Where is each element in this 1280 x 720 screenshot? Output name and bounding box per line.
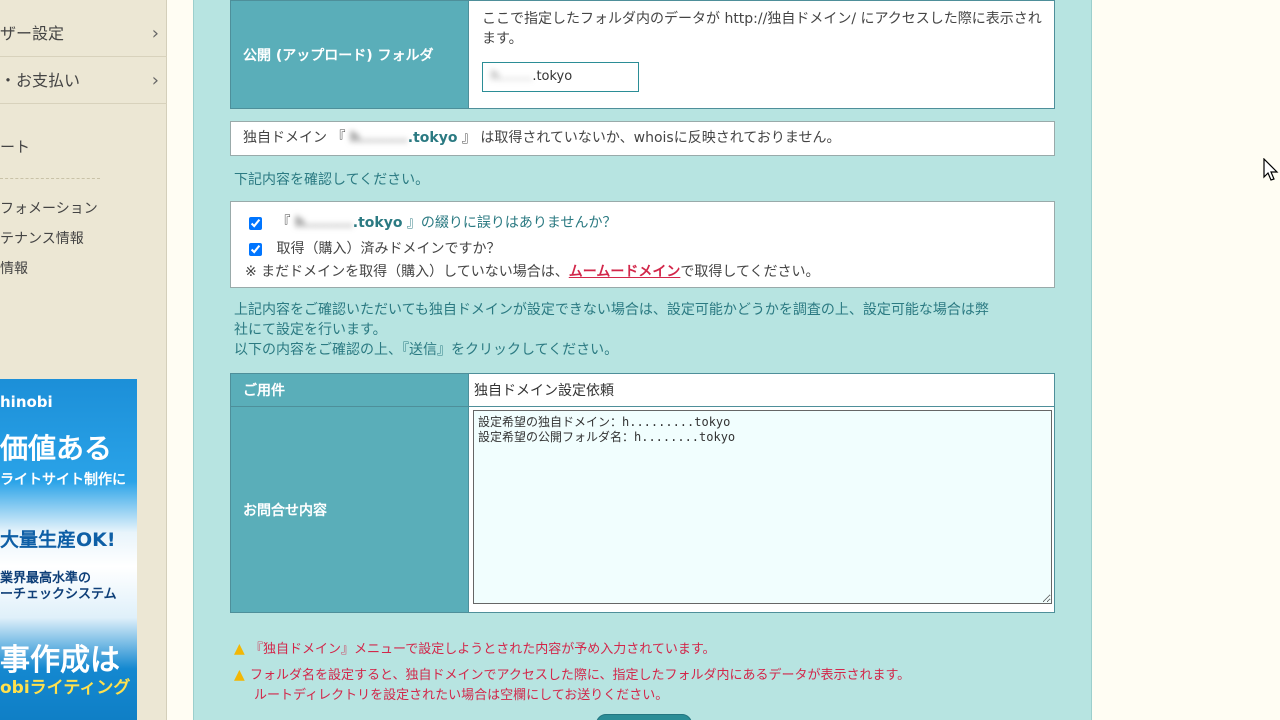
- banner-brand: hinobi: [0, 393, 53, 411]
- redacted-text: h.........: [349, 130, 408, 146]
- sidebar-item-user-settings[interactable]: ザー設定 ›: [0, 11, 167, 57]
- ad-banner[interactable]: hinobi 価値ある ライトサイト制作に 大量生産OK! 業界最高水準の ーチ…: [0, 379, 137, 720]
- warning-prefilled: ▲ 『独自ドメイン』メニューで設定しようとされた内容が予め入力されています。: [234, 638, 716, 657]
- subject-label: ご用件: [231, 374, 469, 406]
- chevron-right-icon: ›: [151, 23, 159, 44]
- domain-not-registered-notice: 独自ドメイン 『 h..........tokyo 』 は取得されていないか、w…: [230, 121, 1055, 156]
- purchased-checkbox[interactable]: [249, 242, 262, 256]
- checklist-item: 取得（購入）済みドメインですか？: [249, 238, 500, 258]
- submit-button[interactable]: [596, 714, 692, 720]
- subject-value: 独自ドメイン設定依頼: [474, 383, 614, 399]
- sidebar-divider: [0, 178, 100, 179]
- warning-root-dir: ルートディレクトリを設定されたい場合は空欄にしてお送りください。: [254, 688, 669, 703]
- warning-text: フォルダ名を設定すると、独自ドメインでアクセスした際に、指定したフォルダ内にある…: [250, 668, 911, 683]
- inquiry-content-textarea[interactable]: [473, 410, 1052, 604]
- item-suffix: 』の綴りに誤りはありませんか？: [406, 215, 617, 231]
- notice-domain: .tokyo: [407, 130, 458, 146]
- banner-text: 大量生産OK!: [0, 529, 116, 551]
- sidebar-item-payment[interactable]: ・お支払い ›: [0, 58, 167, 104]
- sidebar-link-information[interactable]: フォメーション: [0, 198, 98, 218]
- banner-text: ライトサイト制作に: [0, 472, 126, 488]
- banner-text: ーチェックシステム: [0, 587, 117, 602]
- public-folder-label: 公開 (アップロード) フォルダ: [231, 1, 469, 108]
- note-prefix: ※ まだドメインを取得（購入）していない場合は、: [245, 264, 569, 280]
- muumuu-domain-link[interactable]: ムームードメイン: [569, 264, 681, 280]
- inquiry-content-label: お問合せ内容: [231, 407, 469, 612]
- checklist-note: ※ まだドメインを取得（購入）していない場合は、ムームードメインで取得してくださ…: [245, 261, 820, 281]
- checklist-item: 『 h..........tokyo 』の綴りに誤りはありませんか？: [249, 212, 616, 232]
- paragraph-line: 上記内容をご確認いただいても独自ドメインが設定できない場合は、設定可能かどうかを…: [234, 302, 989, 318]
- banner-headline: 価値ある: [0, 432, 113, 465]
- item-label: 取得（購入）済みドメインですか？: [276, 241, 501, 257]
- instruction-paragraph: 上記内容をご確認いただいても独自ドメインが設定できない場合は、設定可能かどうかを…: [234, 300, 1054, 360]
- redacted-text: h.........: [294, 215, 353, 231]
- public-folder-cell: ここで指定したフォルダ内のデータが http://独自ドメイン/ にアクセスした…: [470, 1, 1054, 108]
- warning-text: 『独自ドメイン』メニューで設定しようとされた内容が予め入力されています。: [250, 642, 716, 657]
- warning-icon: ▲: [234, 667, 245, 683]
- banner-text: obiライティング: [0, 678, 131, 698]
- confirm-heading: 下記内容を確認してください。: [234, 172, 430, 188]
- inquiry-content-cell: [470, 407, 1054, 612]
- paragraph-line: 以下の内容をご確認の上、『送信』をクリックしてください。: [234, 342, 619, 358]
- public-folder-value: .tokyo: [532, 69, 573, 84]
- public-folder-description: ここで指定したフォルダ内のデータが http://独自ドメイン/ にアクセスした…: [482, 11, 1042, 47]
- paragraph-line: 社にて設定を行います。: [234, 322, 387, 338]
- sidebar-item-label: ザー設定: [0, 24, 65, 43]
- subject-row: ご用件 独自ドメイン設定依頼: [230, 373, 1055, 407]
- sidebar-item-label: ・お支払い: [0, 71, 81, 90]
- inquiry-content-row: お問合せ内容: [230, 406, 1055, 613]
- main-panel: 公開 (アップロード) フォルダ ここで指定したフォルダ内のデータが http:…: [193, 0, 1092, 720]
- note-suffix: で取得してください。: [680, 264, 820, 280]
- sidebar-link-failure[interactable]: 情報: [0, 258, 28, 278]
- sidebar-link-support[interactable]: ート: [0, 136, 30, 157]
- chevron-right-icon: ›: [151, 70, 159, 91]
- checklist-domain: .tokyo: [352, 215, 403, 231]
- public-folder-row: 公開 (アップロード) フォルダ ここで指定したフォルダ内のデータが http:…: [230, 0, 1055, 109]
- warning-icon: ▲: [234, 641, 245, 657]
- notice-suffix: 』 は取得されていないか、whoisに反映されておりません。: [461, 130, 841, 146]
- notice-prefix: 独自ドメイン 『: [243, 130, 346, 146]
- public-folder-input[interactable]: h.........tokyo: [482, 62, 639, 92]
- confirm-checklist: 『 h..........tokyo 』の綴りに誤りはありませんか？ 取得（購入…: [230, 201, 1055, 288]
- redacted-text: h........: [491, 69, 533, 84]
- sidebar-link-maintenance[interactable]: テナンス情報: [0, 228, 84, 248]
- sidebar: ザー設定 › ・お支払い › ート フォメーション テナンス情報 情報 hino…: [0, 0, 167, 720]
- item-prefix: 『: [276, 215, 291, 231]
- spelling-checkbox[interactable]: [249, 216, 262, 230]
- mouse-cursor-icon: [1263, 158, 1279, 181]
- warning-folder: ▲ フォルダ名を設定すると、独自ドメインでアクセスした際に、指定したフォルダ内にあ…: [234, 664, 910, 683]
